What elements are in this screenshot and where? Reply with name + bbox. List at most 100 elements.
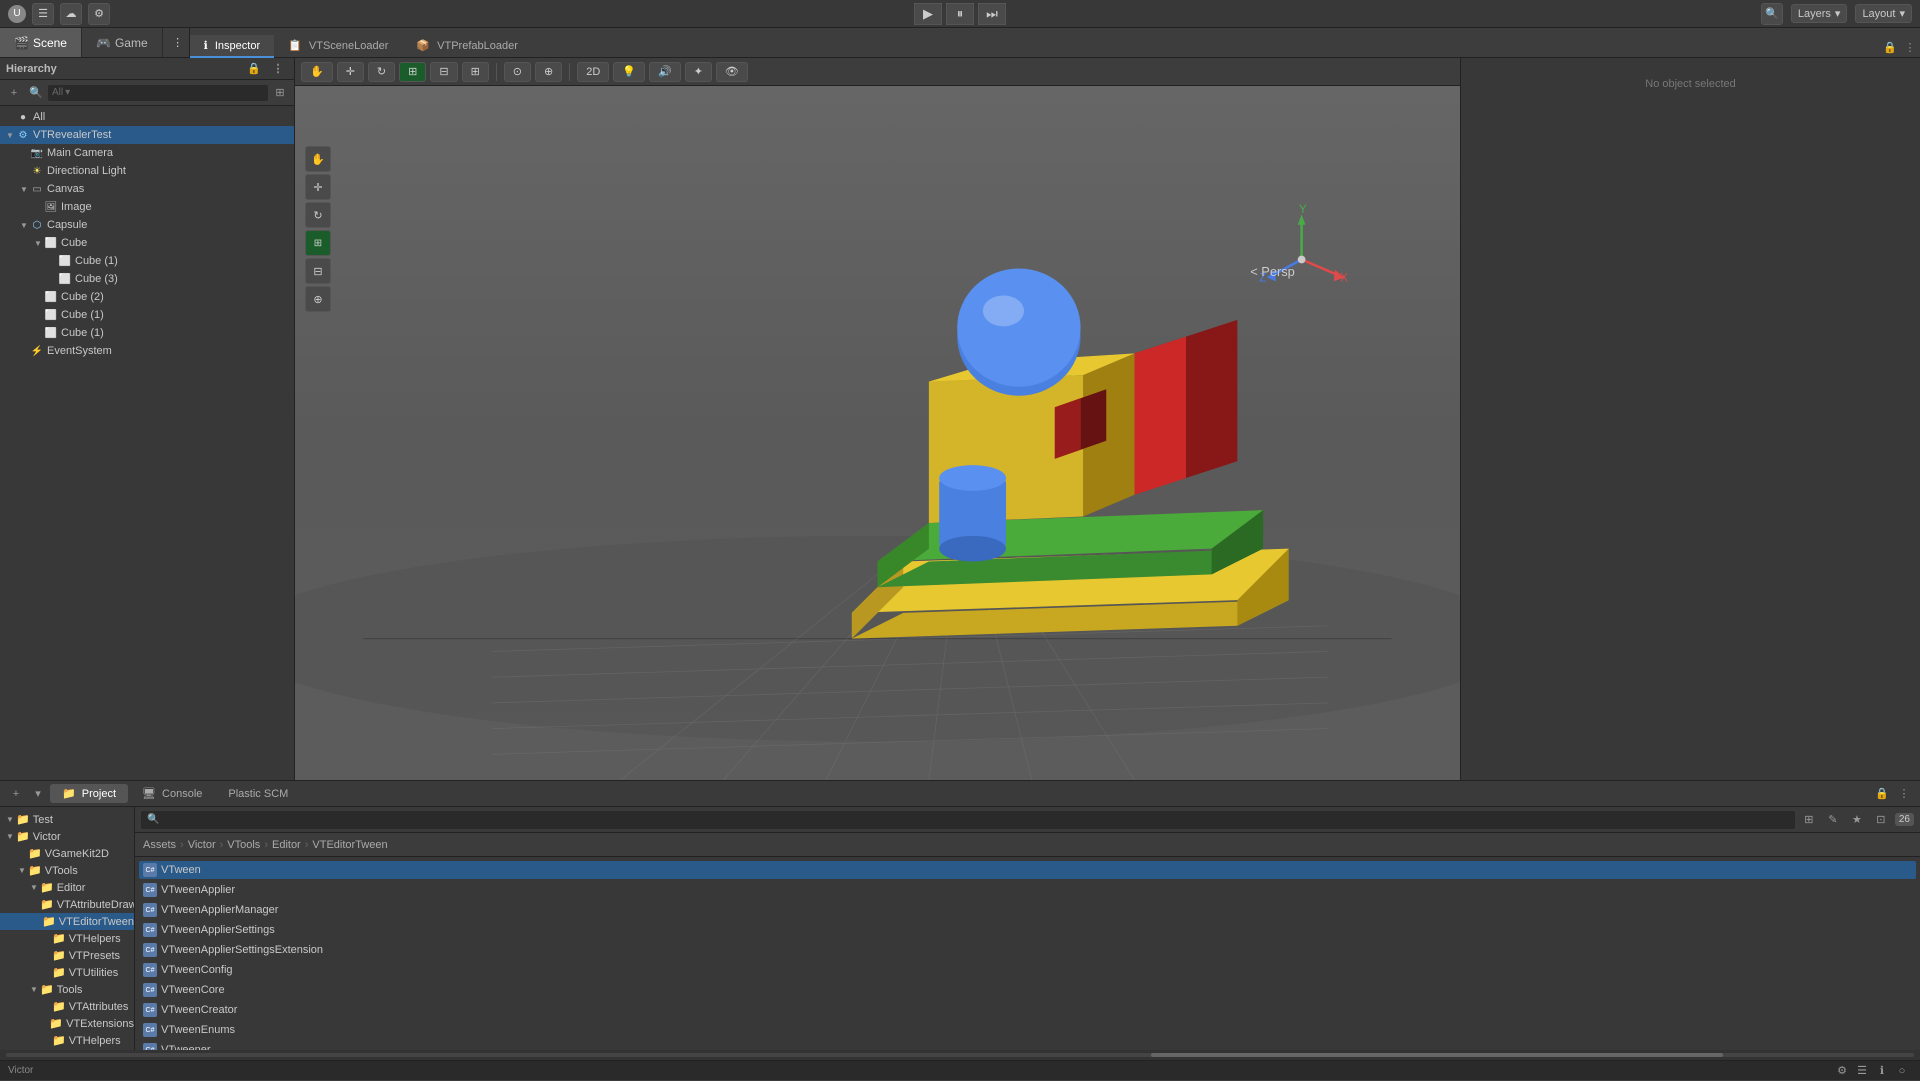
- project-tree-item-vtextensions[interactable]: 📁VTExtensions: [0, 1015, 134, 1032]
- rotate-left[interactable]: ↻: [305, 202, 331, 228]
- global-btn[interactable]: ⊕: [535, 62, 562, 82]
- project-favorites-btn[interactable]: ★: [1847, 810, 1867, 830]
- move-left[interactable]: ✛: [305, 174, 331, 200]
- unity-logo[interactable]: U: [8, 5, 26, 23]
- fx-btn[interactable]: ✦: [685, 62, 712, 82]
- hierarchy-item-cube1c[interactable]: ⬜Cube (1): [0, 324, 294, 342]
- tab-inspector[interactable]: ℹ Inspector: [190, 35, 275, 58]
- project-search[interactable]: 🔍: [141, 811, 1795, 829]
- status-progress-btn[interactable]: ○: [1892, 1061, 1912, 1081]
- settings-btn[interactable]: ⚙: [88, 3, 110, 25]
- status-layers-btn[interactable]: ☰: [1852, 1061, 1872, 1081]
- project-tree-item-tools[interactable]: ▼📁Tools: [0, 981, 134, 998]
- project-tree-item-vtools[interactable]: ▼📁VTools: [0, 862, 134, 879]
- inspector-menu-btn[interactable]: ⋮: [1900, 38, 1920, 58]
- project-tree-item-vgamekit2d[interactable]: 📁VGameKit2D: [0, 845, 134, 862]
- project-tree-item-vtattributedraw[interactable]: 📁VTAttributeDraw: [0, 896, 134, 913]
- tab-vtsceneloader[interactable]: 📋 VTSceneLoader: [274, 35, 402, 58]
- file-item-9[interactable]: C#VTweener: [139, 1041, 1916, 1050]
- hierarchy-item-cube1b[interactable]: ⬜Cube (1): [0, 306, 294, 324]
- project-tree-item-vtutilities[interactable]: 📁VTUtilities: [0, 964, 134, 981]
- file-item-4[interactable]: C#VTweenApplierSettingsExtension: [139, 941, 1916, 959]
- scene-view[interactable]: X Y Z < Persp ✋ ✛ ↻ ⊞ ⊟ ⊕: [295, 86, 1460, 780]
- project-size-btn[interactable]: ⊡: [1871, 810, 1891, 830]
- project-lock-btn[interactable]: 🔒: [1872, 784, 1892, 804]
- file-item-6[interactable]: C#VTweenCore: [139, 981, 1916, 999]
- 2d-btn[interactable]: 2D: [577, 62, 609, 82]
- project-refresh-btn[interactable]: ⊞: [1799, 810, 1819, 830]
- tab-project[interactable]: 📁 Project: [50, 784, 128, 803]
- file-item-5[interactable]: C#VTweenConfig: [139, 961, 1916, 979]
- hierarchy-item-cube1[interactable]: ⬜Cube (1): [0, 252, 294, 270]
- hand-tool[interactable]: ✋: [301, 62, 333, 82]
- project-tree-item-victor[interactable]: ▼📁Victor: [0, 828, 134, 845]
- hierarchy-item-maincamera[interactable]: 📷Main Camera: [0, 144, 294, 162]
- hierarchy-item-image[interactable]: 🖼Image: [0, 198, 294, 216]
- tab-scene[interactable]: 🎬 Scene: [0, 28, 82, 57]
- inspector-lock-btn[interactable]: 🔒: [1880, 38, 1900, 58]
- status-settings-btn[interactable]: ⚙: [1832, 1061, 1852, 1081]
- project-menu-btn[interactable]: ▾: [28, 784, 48, 804]
- hierarchy-filter-btn[interactable]: ⊞: [270, 83, 290, 103]
- project-filter-btn[interactable]: ✎: [1823, 810, 1843, 830]
- scale-left[interactable]: ⊞: [305, 230, 331, 256]
- hierarchy-item-dirlight[interactable]: ☀Directional Light: [0, 162, 294, 180]
- search-btn[interactable]: 🔍: [1761, 3, 1783, 25]
- project-tree-item-vthelpers2[interactable]: 📁VTHelpers: [0, 1032, 134, 1049]
- file-item-2[interactable]: C#VTweenApplierManager: [139, 901, 1916, 919]
- hierarchy-item-cube3[interactable]: ⬜Cube (3): [0, 270, 294, 288]
- breadcrumb-item-3[interactable]: Editor: [272, 839, 301, 851]
- step-button[interactable]: ⏭: [978, 3, 1006, 25]
- rect-tool[interactable]: ⊟: [430, 62, 457, 82]
- layers-dropdown[interactable]: Layers ▾: [1791, 4, 1848, 23]
- breadcrumb-item-2[interactable]: VTools: [227, 839, 260, 851]
- hierarchy-item-canvas[interactable]: ▼▭Canvas: [0, 180, 294, 198]
- hierarchy-item-capsule[interactable]: ▼⬡Capsule: [0, 216, 294, 234]
- hand-tool-left[interactable]: ✋: [305, 146, 331, 172]
- hierarchy-add-btn[interactable]: +: [4, 83, 24, 103]
- move-tool[interactable]: ✛: [337, 62, 364, 82]
- project-overflow-btn[interactable]: ⋮: [1894, 784, 1914, 804]
- scene-tab-menu[interactable]: ⋮: [167, 32, 189, 54]
- hierarchy-search-btn[interactable]: 🔍: [26, 83, 46, 103]
- project-add-btn[interactable]: +: [6, 784, 26, 804]
- audio-btn[interactable]: 🔊: [649, 62, 681, 82]
- file-item-8[interactable]: C#VTweenEnums: [139, 1021, 1916, 1039]
- hierarchy-lock-btn[interactable]: 🔒: [244, 59, 264, 79]
- hierarchy-item-vtrevealer[interactable]: ▼⚙VTRevealerTest: [0, 126, 294, 144]
- hierarchy-search-field[interactable]: All ▾: [48, 85, 268, 101]
- file-item-1[interactable]: C#VTweenApplier: [139, 881, 1916, 899]
- file-item-3[interactable]: C#VTweenApplierSettings: [139, 921, 1916, 939]
- project-tree-item-vteditor[interactable]: 📁VTEditorTween: [0, 913, 134, 930]
- tab-vtprefabloader[interactable]: 📦 VTPrefabLoader: [402, 35, 531, 58]
- project-tree-item-editor[interactable]: ▼📁Editor: [0, 879, 134, 896]
- file-item-0[interactable]: C#VTween: [139, 861, 1916, 879]
- hierarchy-menu-btn[interactable]: ⋮: [268, 59, 288, 79]
- transform-left[interactable]: ⊕: [305, 286, 331, 312]
- status-info-btn[interactable]: ℹ: [1872, 1061, 1892, 1081]
- hierarchy-item-all[interactable]: ●All: [0, 108, 294, 126]
- project-tree-item-vthelpers[interactable]: 📁VTHelpers: [0, 930, 134, 947]
- hierarchy-item-eventsystem[interactable]: ⚡EventSystem: [0, 342, 294, 360]
- file-item-7[interactable]: C#VTweenCreator: [139, 1001, 1916, 1019]
- scale-tool[interactable]: ⊞: [399, 62, 426, 82]
- hidden-btn[interactable]: 👁: [716, 62, 748, 82]
- hierarchy-item-cube2[interactable]: ⬜Cube (2): [0, 288, 294, 306]
- project-tree-item-vtattributes[interactable]: 📁VTAttributes: [0, 998, 134, 1015]
- rect-left[interactable]: ⊟: [305, 258, 331, 284]
- tab-console[interactable]: 🖥 Console: [130, 784, 214, 803]
- lighting-btn[interactable]: 💡: [613, 62, 645, 82]
- breadcrumb-item-1[interactable]: Victor: [188, 839, 216, 851]
- transform-tool[interactable]: ⊞: [462, 62, 489, 82]
- hamburger-btn[interactable]: ☰: [32, 3, 54, 25]
- breadcrumb-item-0[interactable]: Assets: [143, 839, 176, 851]
- pivot-btn[interactable]: ⊙: [504, 62, 531, 82]
- project-tree-item-vtpresets[interactable]: 📁VTPresets: [0, 947, 134, 964]
- rotate-tool[interactable]: ↻: [368, 62, 395, 82]
- play-button[interactable]: ▶: [914, 3, 942, 25]
- breadcrumb-item-4[interactable]: VTEditorTween: [312, 839, 387, 851]
- layout-dropdown[interactable]: Layout ▾: [1855, 4, 1912, 23]
- pause-button[interactable]: ⏸: [946, 3, 974, 25]
- hierarchy-item-cube_root[interactable]: ▼⬜Cube: [0, 234, 294, 252]
- cloud-btn[interactable]: ☁: [60, 3, 82, 25]
